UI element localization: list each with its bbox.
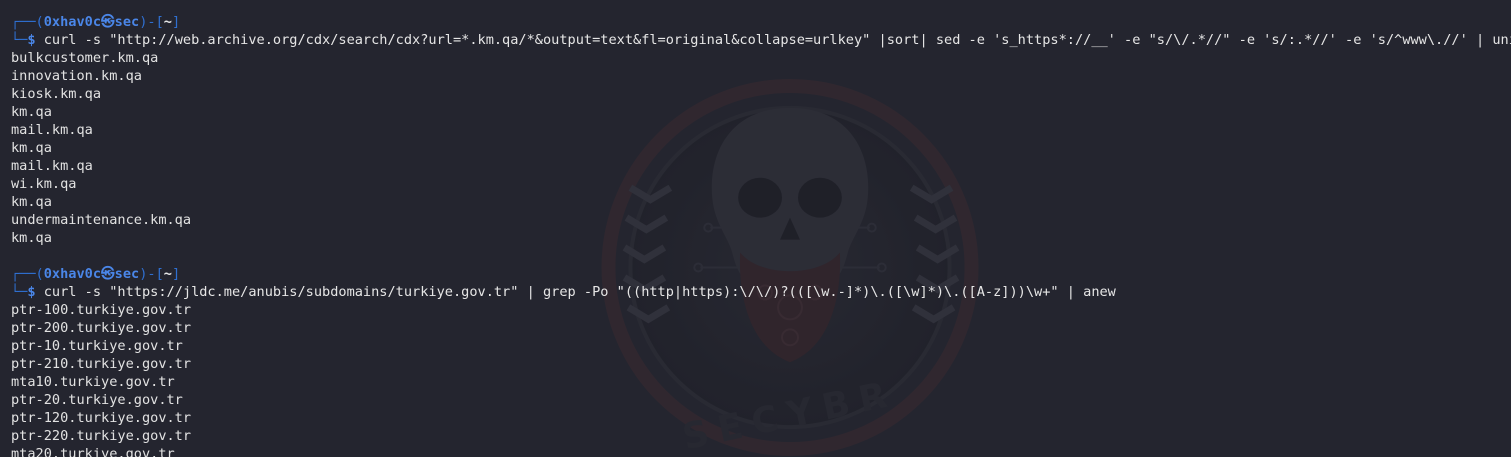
output-line: ptr-100.turkiye.gov.tr — [11, 302, 192, 318]
output-line: ptr-200.turkiye.gov.tr — [11, 320, 192, 336]
output-line: km.qa — [11, 140, 52, 156]
command-text[interactable]: curl -s "https://jldc.me/anubis/subdomai… — [44, 284, 1116, 300]
output-line: ptr-220.turkiye.gov.tr — [11, 428, 192, 444]
prompt-user: 0xhav0c — [43, 266, 102, 282]
output-line: mail.km.qa — [11, 158, 93, 174]
output-line: ptr-210.turkiye.gov.tr — [11, 356, 192, 372]
output-line: mta20.turkiye.gov.tr — [11, 446, 175, 457]
output-line: wi.km.qa — [11, 176, 77, 192]
output-line: innovation.km.qa — [11, 68, 142, 84]
prompt-dir: ~ — [163, 266, 172, 282]
user-host-separator-icon: ㉿ — [101, 14, 115, 30]
output-line: mta10.turkiye.gov.tr — [11, 374, 175, 390]
command-text[interactable]: curl -s "http://web.archive.org/cdx/sear… — [44, 32, 1511, 48]
output-line: mail.km.qa — [11, 122, 93, 138]
output-block: bulkcustomer.km.qa innovation.km.qa kios… — [11, 49, 1511, 247]
output-line: ptr-20.turkiye.gov.tr — [11, 392, 183, 408]
command-line: └─$ curl -s "https://jldc.me/anubis/subd… — [11, 284, 1116, 300]
output-line: kiosk.km.qa — [11, 86, 102, 102]
prompt-dir: ~ — [163, 14, 172, 30]
terminal-content: ┌──(0xhav0c㉿sec)-[~] └─$ curl -s "http:/… — [11, 13, 1511, 457]
output-line: ptr-120.turkiye.gov.tr — [11, 410, 192, 426]
prompt-dollar: $ — [27, 284, 44, 300]
prompt-host: sec — [114, 266, 140, 282]
output-line: bulkcustomer.km.qa — [11, 50, 159, 66]
output-block: ptr-100.turkiye.gov.tr ptr-200.turkiye.g… — [11, 301, 1511, 457]
output-line: km.qa — [11, 230, 52, 246]
output-line: km.qa — [11, 104, 52, 120]
user-host-separator-icon: ㉿ — [101, 266, 115, 282]
prompt-host: sec — [114, 14, 140, 30]
prompt-line: ┌──(0xhav0c㉿sec)-[~] — [11, 266, 181, 282]
prompt-user: 0xhav0c — [43, 14, 102, 30]
output-line: km.qa — [11, 194, 52, 210]
command-line: └─$ curl -s "http://web.archive.org/cdx/… — [11, 31, 1511, 49]
terminal-window[interactable]: SECYBR ┌──(0xhav0c㉿sec)-[~] └─$ curl -s … — [0, 0, 1511, 457]
prompt-line: ┌──(0xhav0c㉿sec)-[~] — [11, 14, 181, 30]
output-line: undermaintenance.km.qa — [11, 212, 192, 228]
prompt-dollar: $ — [27, 32, 44, 48]
output-line: ptr-10.turkiye.gov.tr — [11, 338, 183, 354]
